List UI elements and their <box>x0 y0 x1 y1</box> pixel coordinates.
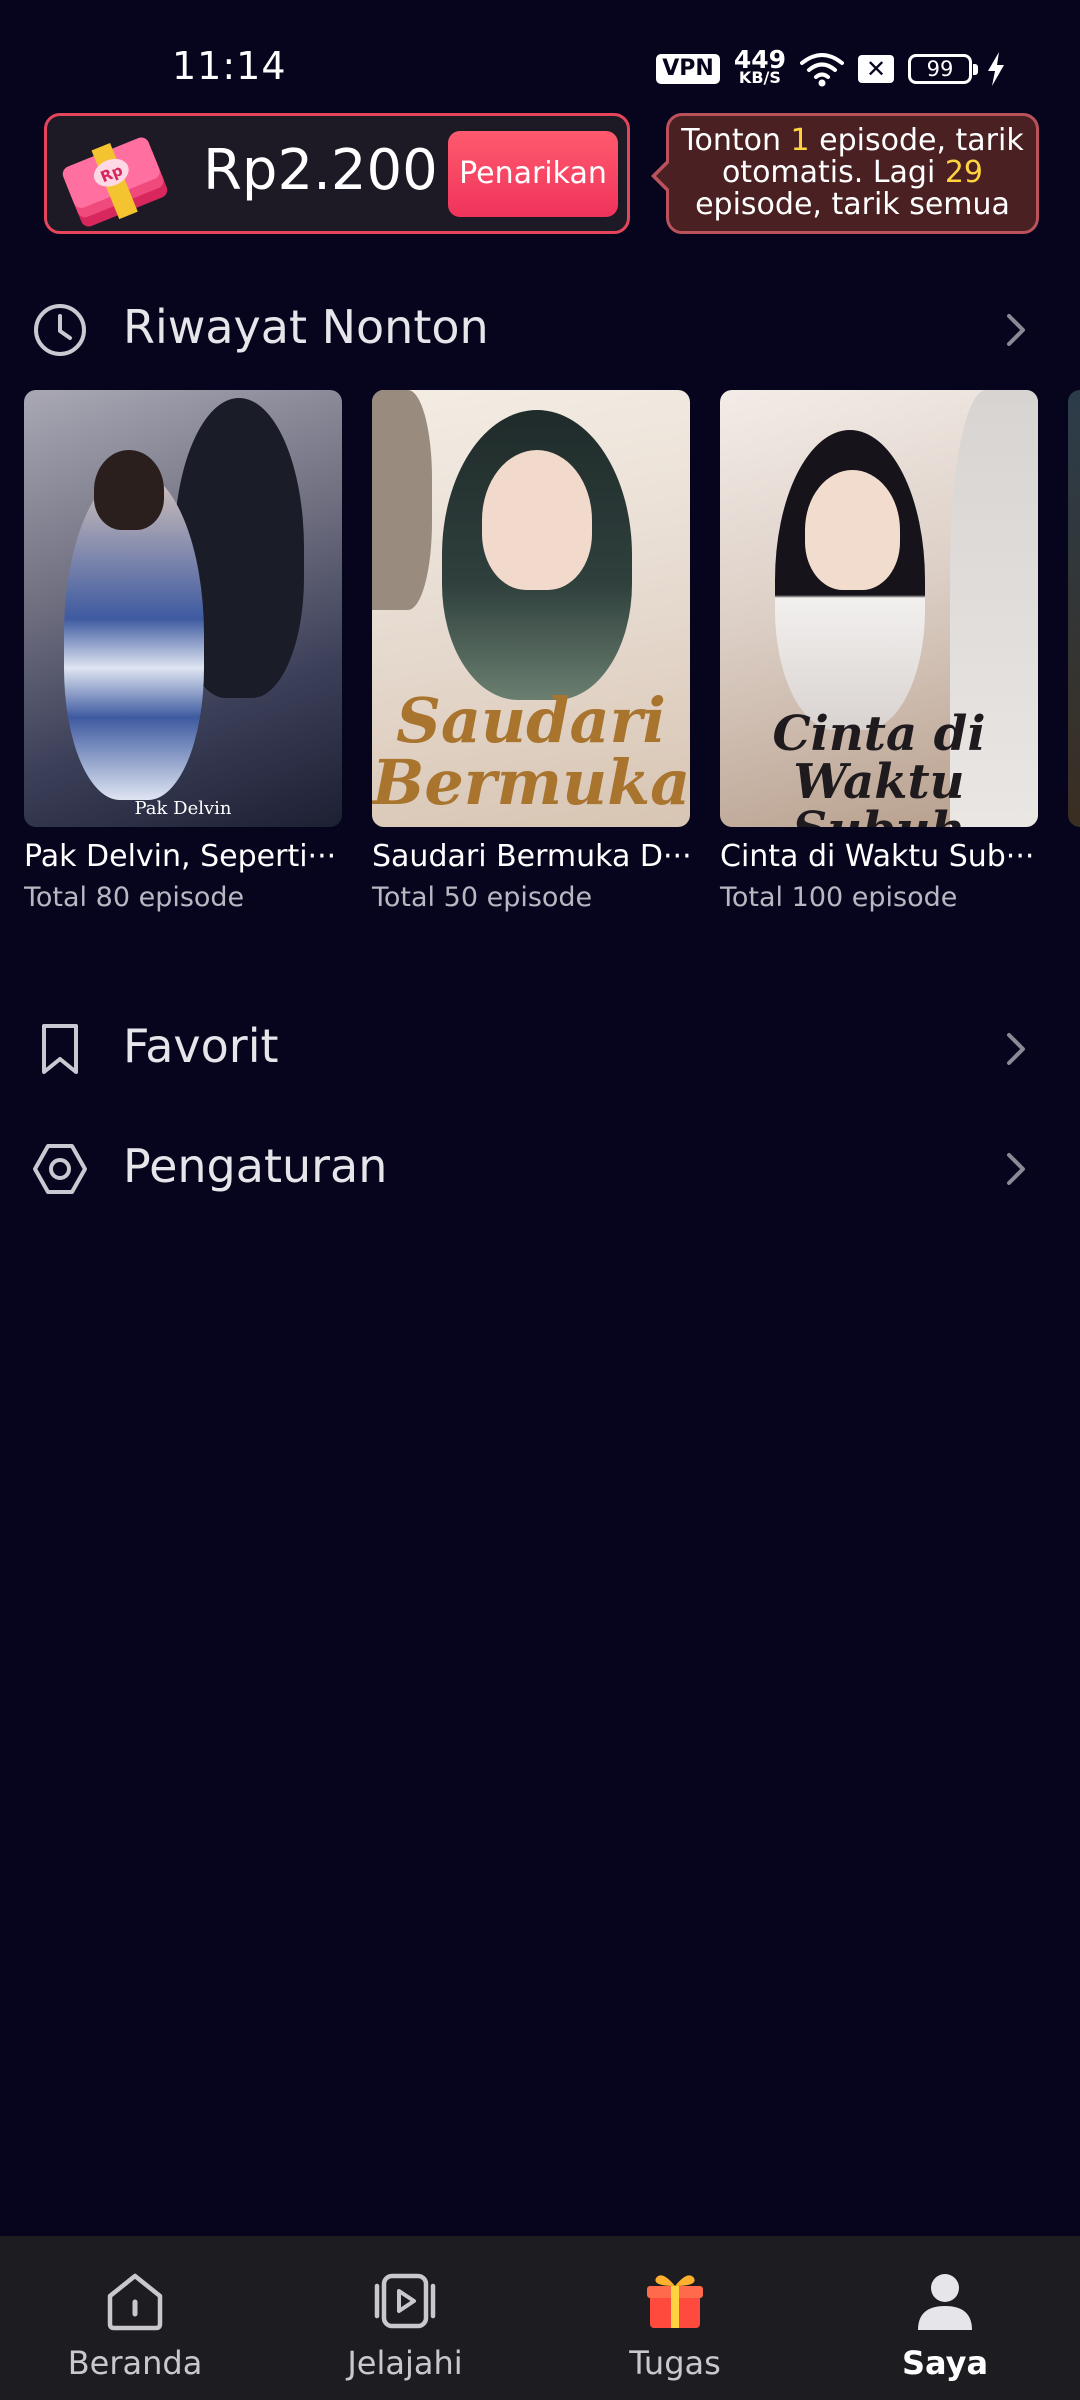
tip-count-2: 29 <box>944 155 984 190</box>
money-stack-icon: Rp <box>62 137 168 227</box>
nav-home-label: Beranda <box>67 2344 203 2382</box>
nav-explore-label: Jelajahi <box>347 2344 463 2382</box>
chevron-right-icon <box>1007 314 1025 346</box>
bottom-navigation: Beranda Jelajahi Tugas Saya <box>0 2236 1080 2400</box>
nav-home[interactable]: Beranda <box>0 2236 270 2400</box>
poster-title-art: Saudari Bermuka <box>372 684 690 819</box>
bookmark-icon <box>42 1024 78 1074</box>
episode-count: Total 100 episode <box>720 882 958 913</box>
nav-profile[interactable]: Saya <box>810 2236 1080 2400</box>
vpn-icon: VPN <box>656 54 720 84</box>
settings-row[interactable]: Pengaturan <box>0 1121 1080 1211</box>
status-icons: VPN 449 KB/S ✕ 99 <box>656 45 1006 90</box>
poster-image: Pak Delvin <box>24 390 342 827</box>
chevron-right-icon <box>1007 1153 1025 1185</box>
favorites-label: Favorit <box>123 1019 279 1073</box>
nav-explore[interactable]: Jelajahi <box>270 2236 540 2400</box>
nav-tasks-label: Tugas <box>629 2344 721 2382</box>
reward-balance-card[interactable]: Rp Rp2.200 Penarikan <box>44 113 630 234</box>
home-icon <box>107 2273 163 2331</box>
clock-icon <box>34 304 86 356</box>
withdraw-button[interactable]: Penarikan <box>448 131 618 217</box>
settings-label: Pengaturan <box>123 1139 388 1193</box>
watch-history-header[interactable]: Riwayat Nonton <box>0 282 1080 372</box>
episode-count: Total 50 episode <box>372 882 593 913</box>
gift-icon <box>647 2275 703 2328</box>
status-time: 11:14 <box>172 44 287 88</box>
nav-profile-label: Saya <box>901 2344 989 2382</box>
drama-title: Saudari Bermuka D··· <box>372 839 690 874</box>
person-icon <box>918 2274 972 2330</box>
tip-text-3: episode, tarik semua <box>695 187 1010 222</box>
favorites-row[interactable]: Favorit <box>0 1001 1080 1091</box>
poster-title-art: Cinta di Waktu Subuh <box>772 706 986 827</box>
episode-count: Total 80 episode <box>24 882 245 913</box>
drama-title: Cinta di Waktu Sub··· <box>720 839 1035 874</box>
network-speed-value: 449 <box>733 45 786 74</box>
network-speed: 449 KB/S <box>733 45 786 87</box>
nav-tasks[interactable]: Tugas <box>540 2236 810 2400</box>
wifi-icon <box>800 53 844 87</box>
withdraw-tip-bubble: Tonton 1 episode, tarik otomatis. Lagi 2… <box>651 113 1039 234</box>
history-card[interactable]: Saudari Bermuka Saudari Bermuka D··· Tot… <box>372 390 690 913</box>
history-card-peek[interactable] <box>1068 390 1080 827</box>
watch-history-list[interactable]: Pak Delvin Pak Delvin, Seperti··· Total … <box>24 390 1080 930</box>
history-card[interactable]: Cinta di Waktu Subuh Cinta di Waktu Sub·… <box>720 390 1038 913</box>
poster-caption: Pak Delvin <box>134 798 232 819</box>
drama-title: Pak Delvin, Seperti··· <box>24 839 337 874</box>
tip-count-1: 1 <box>790 123 810 158</box>
battery-icon: 99 <box>908 54 978 84</box>
tip-text-1: Tonton <box>681 123 791 158</box>
reward-amount: Rp2.200 <box>203 138 438 203</box>
play-video-icon <box>374 2273 436 2329</box>
chevron-right-icon <box>1007 1033 1025 1065</box>
watch-history-title: Riwayat Nonton <box>123 300 489 354</box>
no-sim-icon: ✕ <box>858 55 894 83</box>
network-speed-unit: KB/S <box>738 68 781 87</box>
status-bar: 11:14 VPN 449 KB/S ✕ 99 <box>0 0 1080 110</box>
history-card[interactable]: Pak Delvin Pak Delvin, Seperti··· Total … <box>24 390 342 913</box>
charging-icon <box>988 52 1004 86</box>
poster-image: Saudari Bermuka <box>372 390 690 827</box>
settings-hexagon-icon <box>33 1144 87 1194</box>
poster-image: Cinta di Waktu Subuh <box>720 390 1038 827</box>
